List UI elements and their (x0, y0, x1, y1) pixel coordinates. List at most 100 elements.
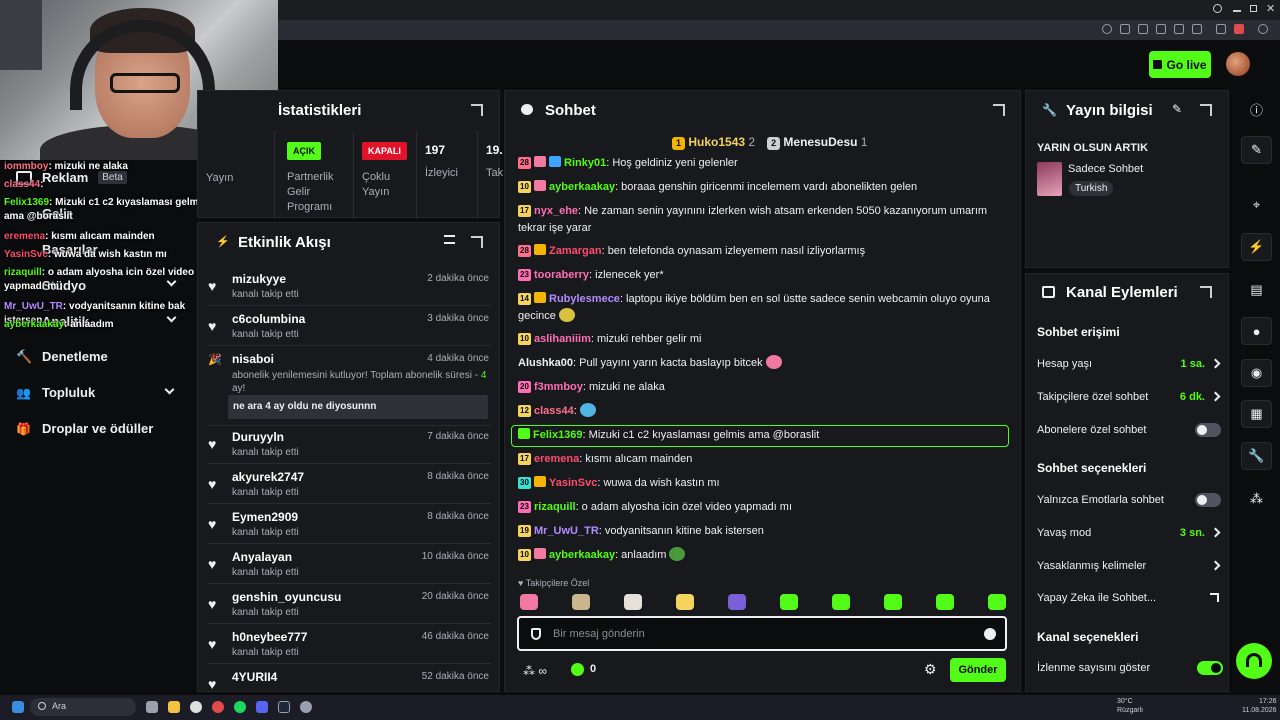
discord-icon[interactable] (256, 701, 268, 713)
weather-widget[interactable]: 30°C Rüzgarlı (1117, 697, 1143, 715)
spotify-icon[interactable] (234, 701, 246, 713)
chat-username[interactable]: eremena (534, 453, 579, 465)
chat-username[interactable]: class44 (534, 405, 574, 417)
chat-message[interactable]: 28 Zamargan: ben telefonda oynasam izleye… (518, 243, 1008, 260)
chat-username[interactable]: Felix1369 (533, 429, 583, 441)
ai-chat-option[interactable]: Yapay Zeka ile Sohbet... (1037, 592, 1219, 604)
close-icon[interactable]: ✕ (1266, 2, 1275, 15)
profile-icon[interactable] (1258, 24, 1268, 34)
chat-message[interactable]: 14 Rubylesmece: laptopu ikiye böldüm ben … (518, 291, 1000, 325)
chat-message[interactable]: 30 YasinSvc: wuwa da wish kastın mı (518, 475, 1008, 492)
sidebar-item-denetleme[interactable]: 🔨 Denetleme (16, 349, 108, 364)
chat-username[interactable]: Zamargan (549, 245, 602, 257)
chat-message[interactable]: 17 eremena: kısmı alıcam mainden (518, 451, 1008, 468)
wrench-icon[interactable]: 🔧 (1241, 442, 1272, 470)
emote-icon[interactable] (676, 594, 694, 610)
chat-username[interactable]: ayberkaakay (549, 181, 615, 193)
emote-icon[interactable] (832, 594, 850, 610)
chat-message[interactable]: 10 aslihaniiim: mizuki rehber gelir mi (518, 331, 1008, 348)
chat-username[interactable]: Rinky01 (564, 157, 606, 169)
settings-icon[interactable]: ⚙ (924, 661, 937, 678)
extension-icon[interactable] (1216, 24, 1226, 34)
search-icon[interactable] (1213, 4, 1222, 13)
top-gifter-1[interactable]: 1 Huko1543 2 (672, 135, 755, 150)
emote-icon[interactable] (728, 594, 746, 610)
emote-icon[interactable] (520, 594, 538, 610)
chat-message[interactable]: 23 tooraberry: izlenecek yer* (518, 267, 1008, 284)
slow-mode-option[interactable]: Yavaş mod 3 sn. (1037, 527, 1221, 539)
extension-icon[interactable] (1234, 24, 1244, 34)
support-button[interactable] (1236, 643, 1272, 679)
extension-icon[interactable] (1174, 24, 1184, 34)
filter-icon[interactable] (444, 235, 455, 244)
emote-icon[interactable] (624, 594, 642, 610)
chat-input[interactable]: Bir mesaj gönderin (517, 616, 1007, 651)
chat-message[interactable]: Alushka00: Pull yayını yarın kacta basla… (518, 355, 1008, 372)
expand-icon[interactable] (471, 104, 483, 116)
sidebar-item-droplar[interactable]: 🎁 Droplar ve ödüller (16, 421, 153, 436)
extension-icon[interactable] (1138, 24, 1148, 34)
chat-message[interactable]: Felix1369: Mizuki c1 c2 kıyaslaması gelm… (518, 427, 1008, 444)
bookmark-icon[interactable] (1192, 24, 1202, 34)
send-button[interactable]: Gönder (950, 658, 1006, 682)
chat-username[interactable]: ayberkaakay (549, 549, 615, 561)
emote-only-toggle[interactable] (1195, 493, 1221, 507)
chat-message[interactable]: 10 ayberkaakay: boraaa genshin giricenmi … (518, 179, 1008, 196)
avatar[interactable] (1226, 52, 1250, 76)
edit-icon[interactable]: ✎ (1172, 102, 1182, 116)
chat-message[interactable]: 12 class44: (518, 403, 1008, 420)
windows-start-icon[interactable] (12, 701, 24, 713)
emote-icon[interactable] (988, 594, 1006, 610)
chat-username[interactable]: Alushka00 (518, 357, 573, 369)
clipboard-icon[interactable]: ▤ (1241, 276, 1272, 304)
task-view-icon[interactable] (146, 701, 158, 713)
chat-message[interactable]: 17 nyx_ehe: Ne zaman senin yayınını izler… (518, 203, 1000, 237)
zoom-icon[interactable] (1102, 24, 1112, 34)
chat-username[interactable]: YasinSvc (549, 477, 597, 489)
subs-chat-toggle[interactable] (1195, 423, 1221, 437)
minimize-icon[interactable] (1233, 10, 1241, 12)
chat-message[interactable]: 10 ayberkaakay: anlaadım (518, 547, 1008, 564)
extension-icon[interactable] (1156, 24, 1166, 34)
chat-message[interactable]: 19 Mr_UwU_TR: vodyanitsanın kitine bak is… (518, 523, 1008, 540)
account-age-option[interactable]: Hesap yaşı 1 sa. (1037, 358, 1221, 370)
chat-username[interactable]: Mr_UwU_TR (534, 525, 599, 537)
emote-icon[interactable] (884, 594, 902, 610)
chat-message[interactable]: 20 f3mmboy: mizuki ne alaka (518, 379, 1008, 396)
top-gifter-2[interactable]: 2 MenesuDesu 1 (767, 135, 867, 150)
chat-username[interactable]: tooraberry (534, 269, 589, 281)
chat-username[interactable]: Rubylesmece (549, 293, 620, 305)
chat-username[interactable]: rizaquill (534, 501, 576, 513)
chat-icon[interactable]: ● (1241, 317, 1272, 345)
info-icon[interactable]: ⓘ (1241, 95, 1272, 123)
points-icon[interactable]: ⁂ ∞ (523, 664, 547, 678)
opera-icon[interactable] (212, 701, 224, 713)
category-name[interactable]: Sadece Sohbet (1068, 163, 1143, 175)
chat-username[interactable]: f3mmboy (534, 381, 583, 393)
explorer-icon[interactable] (168, 701, 180, 713)
chat-username[interactable]: nyx_ehe (534, 205, 578, 217)
emote-icon[interactable] (780, 594, 798, 610)
maximize-icon[interactable] (1250, 5, 1257, 12)
clock[interactable]: 17:26 11.08.2026 (1242, 697, 1277, 715)
people-icon[interactable]: ⁂ (1241, 485, 1272, 513)
chat-message[interactable]: 23 rizaquill: o adam alyosha icin özel vi… (518, 499, 1008, 516)
sidebar-item-topluluk[interactable]: 👥 Topluluk (16, 384, 175, 400)
chat-message[interactable]: 28 Rinky01: Hoş geldiniz yeni gelenler (518, 155, 1008, 172)
layout-icon[interactable]: ▦ (1241, 400, 1272, 428)
emoji-icon[interactable] (984, 628, 996, 640)
emote-icon[interactable] (936, 594, 954, 610)
expand-icon[interactable] (993, 104, 1005, 116)
obs-icon[interactable] (300, 701, 312, 713)
banned-words-option[interactable]: Yasaklanmış kelimeler (1037, 560, 1221, 572)
show-viewers-toggle[interactable] (1197, 661, 1223, 675)
pencil-icon[interactable]: ✎ (1241, 136, 1272, 164)
expand-icon[interactable] (1200, 104, 1212, 116)
go-live-button[interactable]: Go live (1149, 51, 1211, 78)
chat-username[interactable]: aslihaniiim (534, 333, 591, 345)
taskbar-search[interactable]: Ara (30, 698, 136, 716)
translate-icon[interactable] (1120, 24, 1130, 34)
followers-chat-option[interactable]: Takipçilere özel sohbet 6 dk. (1037, 391, 1221, 403)
focus-icon[interactable]: ⌖ (1241, 191, 1272, 219)
expand-icon[interactable] (1200, 286, 1212, 298)
